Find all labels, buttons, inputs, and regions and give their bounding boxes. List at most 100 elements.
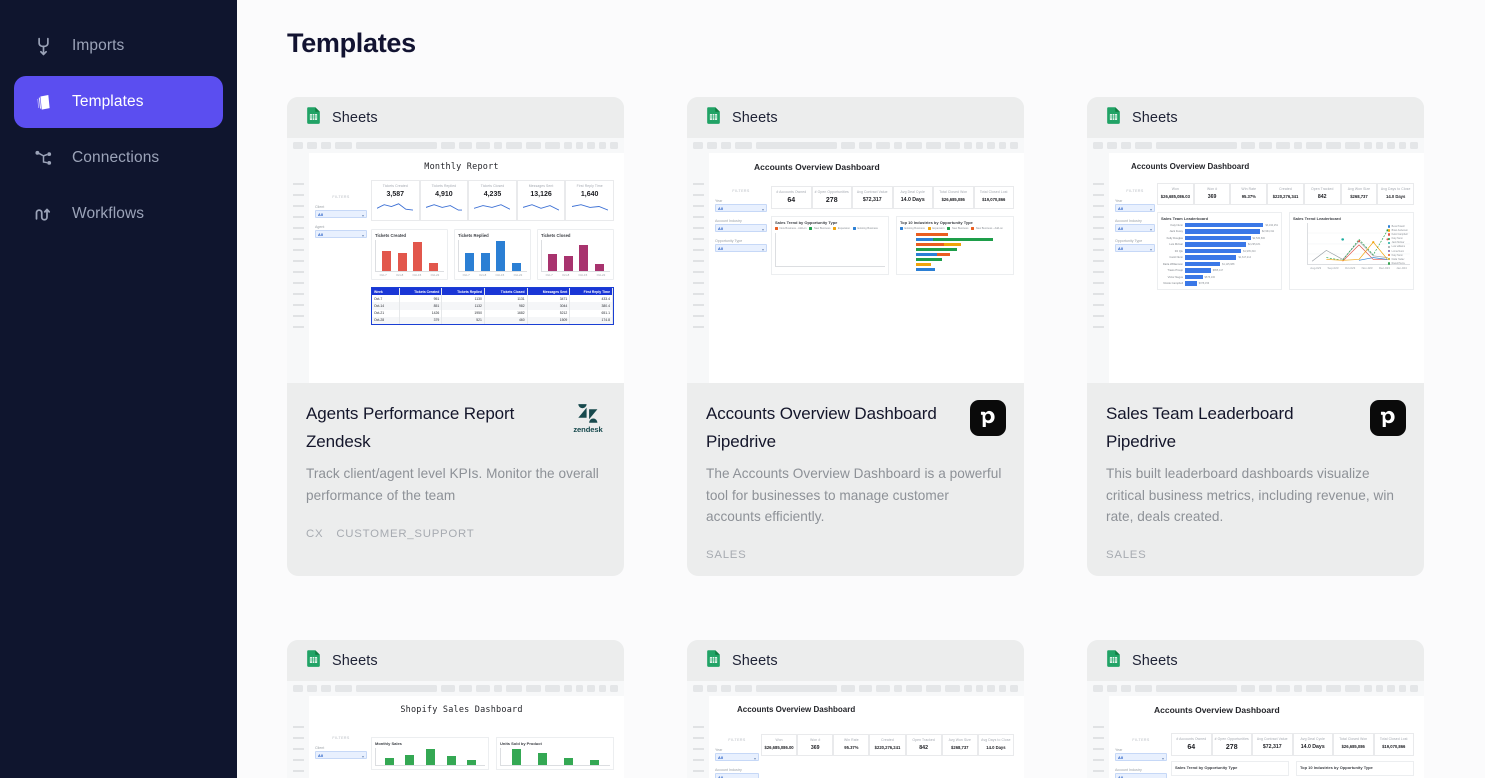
filter-label: Account Industry (715, 219, 742, 223)
bar-chart: Units Sold by Product (496, 737, 614, 771)
kpi-tile: Total Closed Won $26,685,086 (933, 186, 974, 209)
sidebar-item-label: Imports (72, 37, 125, 54)
table-row: Oct-7 951 1130 1131 3471 433.4 (372, 295, 613, 303)
row-gutter (687, 696, 709, 778)
preview-charts: Sales Team Leaderboard Katy Nunn $3,190,2… (1157, 212, 1414, 290)
line-chart: Sales Trend Leaderboard Bess Powell Bria… (1289, 212, 1414, 290)
kpi-tile: Won $26,685,086.03 (1157, 183, 1194, 205)
kpi-tile: Avg Days to Close 14.0 Days (1377, 183, 1415, 205)
row-gutter (1087, 153, 1109, 383)
card-title: Agents Performance Report Zendesk (306, 404, 515, 451)
kpi-tile: # Accounts Owned 64 (1171, 733, 1212, 757)
pipedrive-logo-icon (1370, 400, 1406, 436)
filters-label: FILTERS (1126, 189, 1144, 193)
spreadsheet-toolbar (287, 138, 624, 153)
kpi-tile: Open Tracked 842 (1303, 183, 1341, 205)
google-sheets-icon (1104, 649, 1123, 673)
card-source-label: Sheets (732, 652, 778, 669)
filter-label: Year (1115, 199, 1123, 203)
kpi-tile: Created $220,276,241 (869, 734, 906, 757)
horizontal-bar-chart: Top 10 Industries by Opportunity Type (1296, 761, 1414, 777)
filter-select: All (1115, 244, 1155, 252)
card-source-header: Sheets (287, 97, 624, 138)
kpi-tile: Total Closed Won $26,685,086 (1333, 733, 1374, 757)
preview-kpi-strip: Won $26,685,086.03 Won #369 Win Rate 95.37… (1157, 183, 1415, 205)
preview-filters: FILTERS Client All Agent All (315, 195, 367, 245)
kpi-tile: # Open Opportunities 278 (811, 186, 852, 209)
filter-select: All (1115, 753, 1167, 762)
preview-doc-title: Accounts Overview Dashboard (1131, 162, 1250, 171)
sidebar-item-templates[interactable]: Templates (14, 76, 223, 128)
card-tags: SALES (687, 549, 1024, 576)
preview-kpi-strip: Won $26,685,086.00 Won #369 Win Rate 95.37… (761, 734, 1014, 757)
card-source-header: Sheets (687, 640, 1024, 682)
kpi-tile: Avg Deal Cycle 14.0 Days (892, 186, 933, 209)
preview-filters: FILTERS Client All (315, 736, 367, 766)
bars (775, 233, 885, 267)
template-card[interactable]: Sheets Shopify Sales Dashboard FILTERS C… (287, 640, 624, 778)
template-card[interactable]: Sheets Accounts Overview Dashboard FILTE… (1087, 97, 1424, 577)
connections-icon (32, 147, 54, 169)
card-source-label: Sheets (332, 109, 378, 126)
template-card[interactable]: Sheets Accounts Overview Dashboard FILTE… (1087, 640, 1424, 778)
card-title: Sales Team Leaderboard Pipedrive (1106, 404, 1294, 451)
template-preview: Accounts Overview Dashboard FILTERS Year… (1087, 138, 1424, 383)
kpi-tile: Win Rate 95.37% (1230, 183, 1268, 205)
kpi-tile: Win Rate 95.37% (833, 734, 870, 757)
card-body: Accounts Overview Dashboard Pipedrive Th… (687, 383, 1024, 528)
template-preview: Shopify Sales Dashboard FILTERS Client A… (287, 681, 624, 778)
sidebar-item-workflows[interactable]: Workflows (14, 188, 223, 240)
row-gutter (687, 153, 709, 383)
tag: SALES (706, 549, 747, 562)
sidebar-item-imports[interactable]: Imports (14, 20, 223, 72)
filter-select: All (715, 224, 767, 232)
card-source-label: Sheets (332, 652, 378, 669)
card-tags: SALES (1087, 549, 1424, 576)
filter-label: Client (315, 746, 325, 751)
tag: CUSTOMER_SUPPORT (336, 528, 475, 540)
bars (458, 240, 527, 272)
kpi-tile: Avg Deal Cycle 14.0 Days (1292, 733, 1333, 757)
filter-select: All (315, 210, 367, 218)
kpi-tile: Tickets Closed 4,235 (468, 180, 517, 221)
spreadsheet-toolbar (287, 681, 624, 697)
row-gutter (287, 153, 309, 383)
preview-doc-title: Monthly Report (424, 162, 499, 172)
card-description: The Accounts Overview Dashboard is a pow… (706, 466, 1002, 524)
sidebar-item-connections[interactable]: Connections (14, 132, 223, 184)
template-card[interactable]: Sheets Monthly Report FILTERS Client All… (287, 97, 624, 577)
template-preview: Accounts Overview Dashboard FILTERS Year… (1087, 681, 1424, 778)
card-description: Track client/agent level KPIs. Monitor t… (306, 466, 599, 503)
preview-filters: FILTERS Year All Account Industry All (715, 738, 759, 778)
filters-label: FILTERS (728, 738, 746, 743)
column-chart: Sales Trend by Opportunity Type (1171, 761, 1289, 777)
filter-select: All (315, 751, 367, 760)
table-header-row: Week Tickets Created Tickets Replied Ticket… (372, 288, 613, 296)
card-source-header: Sheets (687, 97, 1024, 138)
template-card[interactable]: Sheets Accounts Overview Dashboard FILTE… (687, 97, 1024, 577)
bar-chart: Monthly Sales (371, 737, 489, 771)
kpi-tile: Tickets Replied 4,910 (419, 180, 469, 221)
kpi-tile: Tickets Created 3,587 (371, 180, 420, 221)
tag: CX (306, 528, 324, 540)
kpi-tile: Won $26,685,086.00 (761, 734, 798, 757)
template-card[interactable]: Sheets Accounts Overview Dashboard FILTE… (687, 640, 1024, 778)
imports-icon (32, 35, 54, 57)
google-sheets-icon (704, 649, 723, 673)
main-content: Templates Sheets Monthly Report FILTERS … (237, 0, 1485, 778)
template-preview: Monthly Report FILTERS Client All Agent … (287, 138, 624, 383)
filter-label: Year (715, 199, 723, 203)
kpi-tile: Avg Won Size $268,737 (941, 734, 978, 757)
filter-select: All (315, 230, 367, 238)
card-source-label: Sheets (732, 109, 778, 126)
kpi-tile: # Open Opportunities 278 (1211, 733, 1252, 757)
zendesk-logo-icon: zendesk (570, 400, 606, 436)
workflows-icon (32, 203, 54, 225)
sidebar-item-label: Templates (72, 93, 144, 110)
preview-kpi-strip: # Accounts Owned 64 # Open Opportunities 2… (771, 186, 1014, 209)
table-row: Oct-14 851 1132 982 3044 380.4 (372, 302, 613, 310)
bars (375, 240, 444, 272)
preview-filters: FILTERS Year All Account Industry All Op… (1115, 189, 1155, 259)
templates-icon (32, 91, 54, 113)
preview-table: Week Tickets Created Tickets Replied Ticket… (371, 287, 614, 325)
